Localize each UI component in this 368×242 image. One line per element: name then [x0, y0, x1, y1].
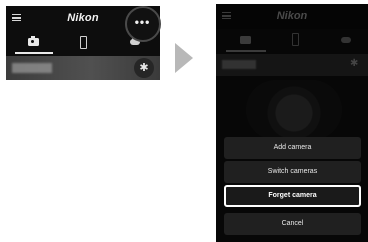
forget-camera-button[interactable]: Forget camera — [224, 185, 361, 207]
app-brand-dimmed: Nikon — [276, 10, 308, 22]
camera-icon[interactable] — [28, 36, 39, 46]
right-phone-screen: Nikon ✱ Add camera Switch cameras Forget… — [216, 4, 368, 242]
camera-name-blurred — [12, 63, 52, 73]
more-options-button[interactable]: ••• — [125, 6, 161, 42]
camera-list-row-dimmed: ✱ — [216, 54, 368, 76]
camera-list-row[interactable]: ✱ — [6, 56, 160, 80]
phone-icon — [292, 33, 299, 46]
active-tab-indicator — [15, 52, 53, 54]
camera-photo-background — [246, 80, 342, 140]
bluetooth-icon: ✱ — [134, 58, 154, 78]
add-camera-button[interactable]: Add camera — [224, 137, 361, 159]
more-dots-icon: ••• — [134, 15, 151, 29]
cloud-icon — [341, 37, 351, 43]
phone-icon[interactable] — [80, 36, 87, 49]
camera-icon — [240, 36, 251, 44]
switch-cameras-button[interactable]: Switch cameras — [224, 161, 361, 183]
cancel-button[interactable]: Cancel — [224, 213, 361, 235]
arrow-right-icon — [175, 43, 193, 73]
bluetooth-icon: ✱ — [350, 58, 359, 69]
active-tab-indicator — [226, 50, 266, 52]
camera-name-blurred — [222, 60, 256, 69]
